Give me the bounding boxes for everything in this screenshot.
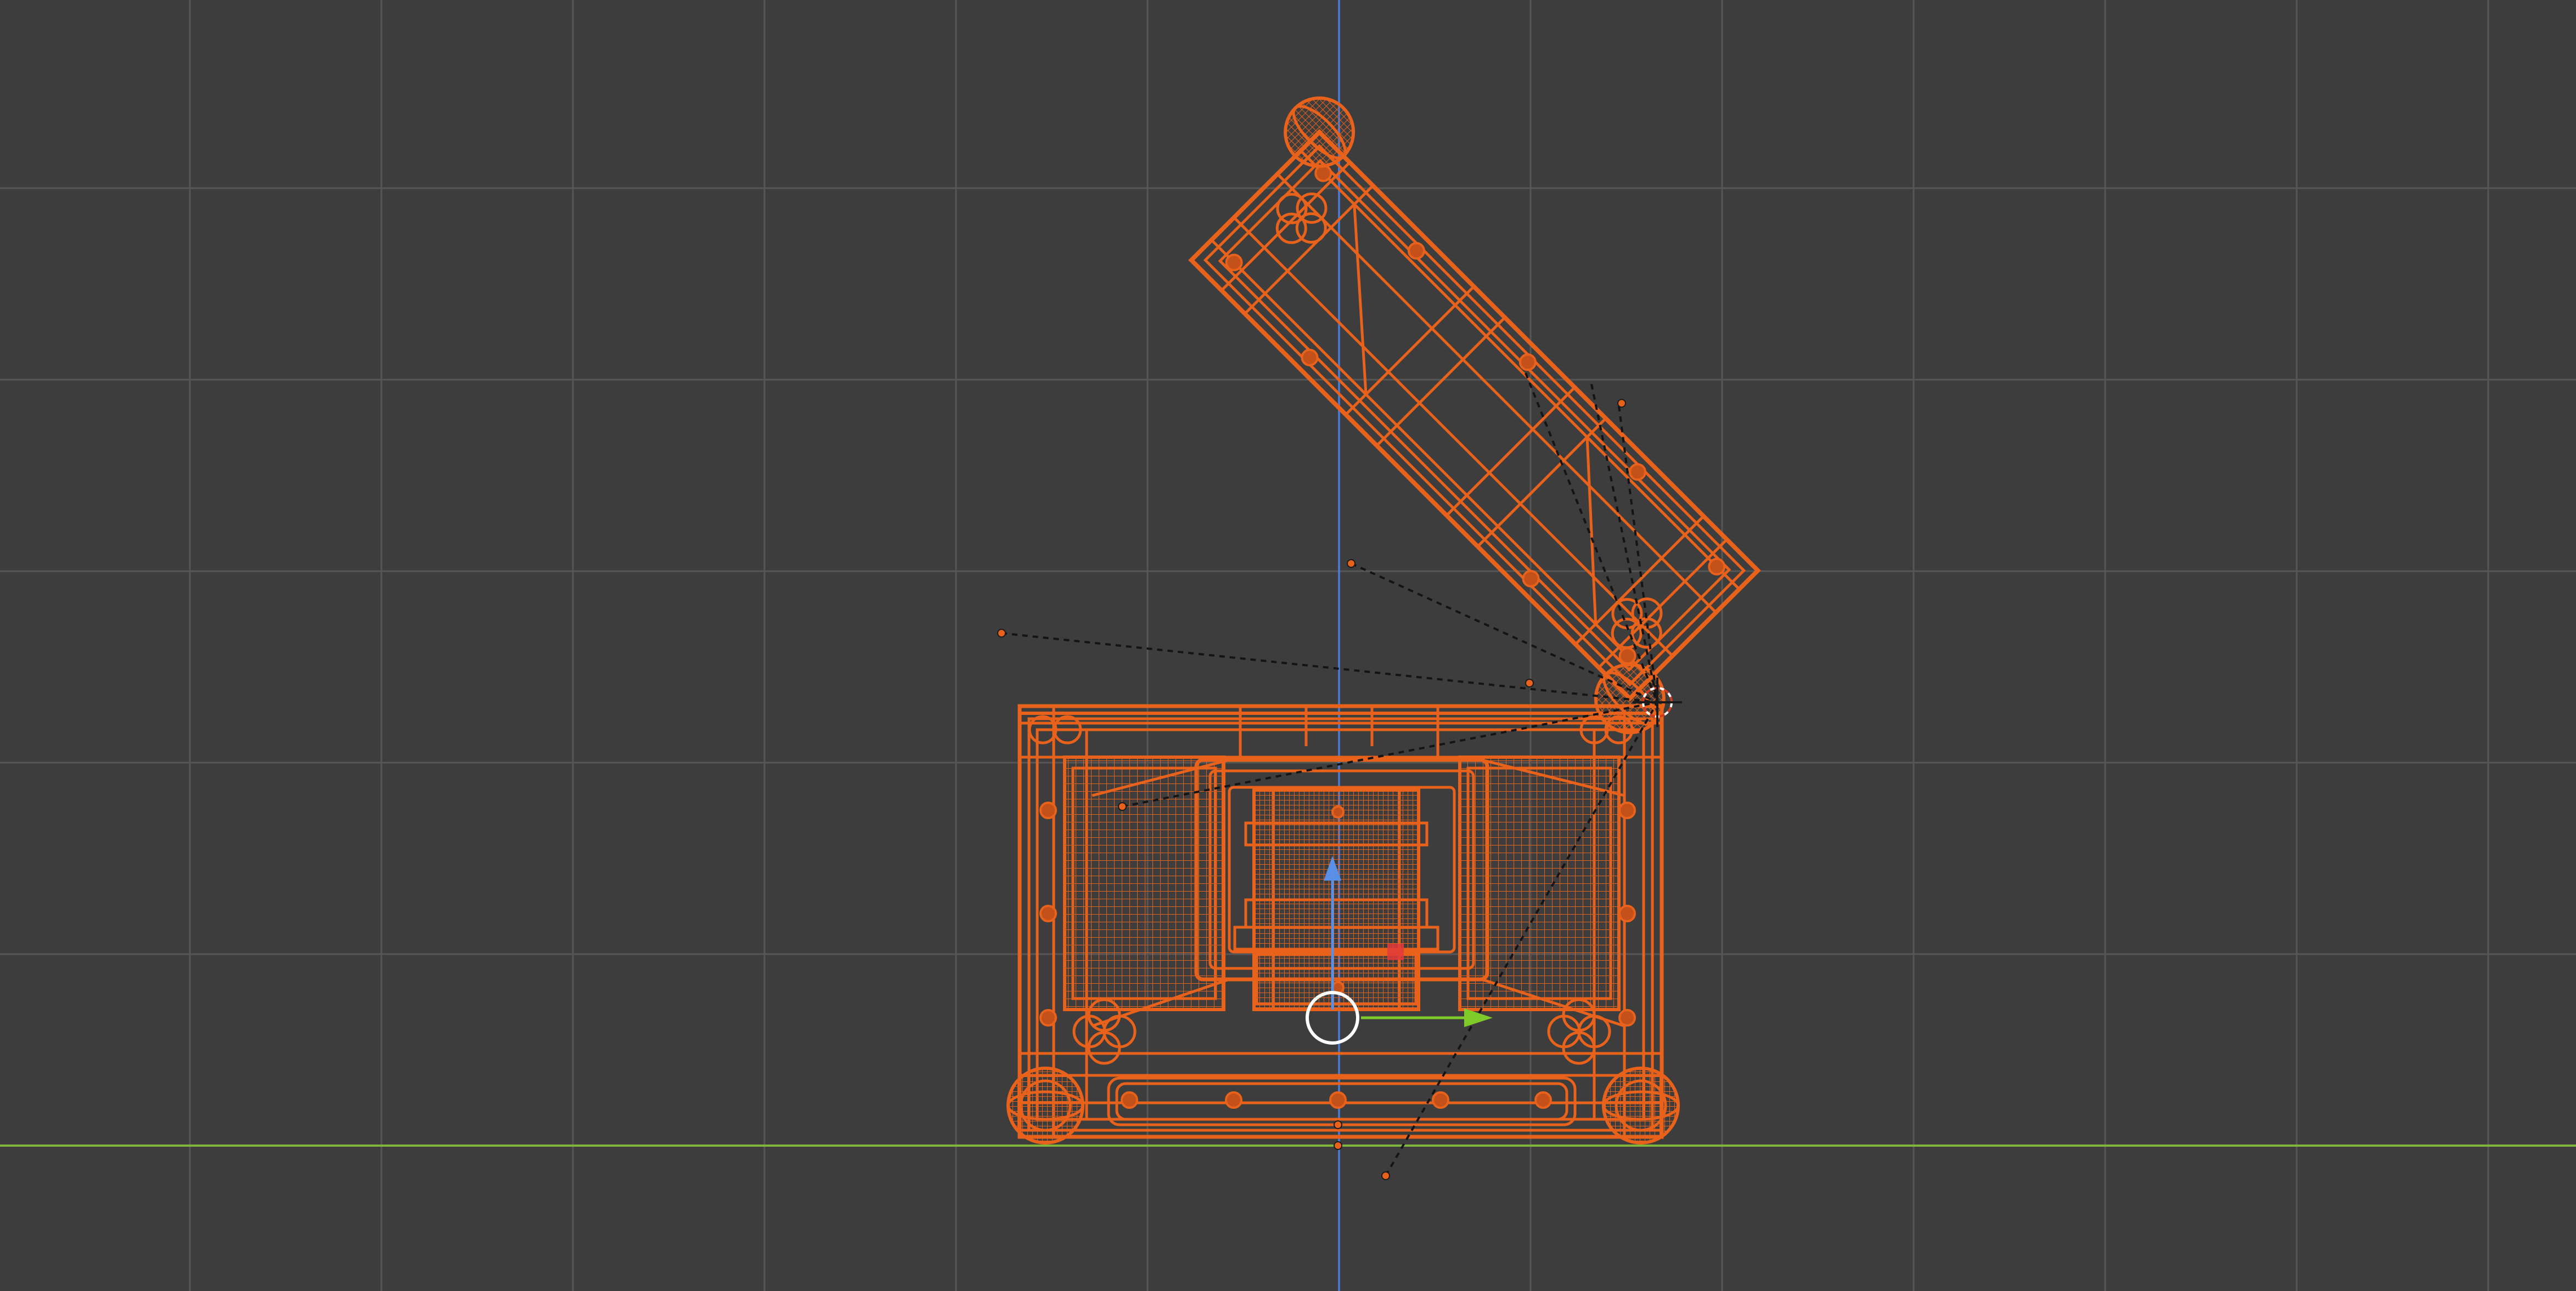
3d-viewport[interactable] (0, 0, 2576, 1291)
viewport-canvas[interactable] (0, 0, 2576, 1291)
chest-base-wireframe[interactable] (1006, 704, 1680, 1145)
gizmo-y-arrow-icon[interactable] (1464, 1008, 1493, 1027)
chest-lid-wireframe[interactable] (1143, 84, 1806, 747)
gizmo-plane-handle[interactable] (1387, 944, 1404, 960)
